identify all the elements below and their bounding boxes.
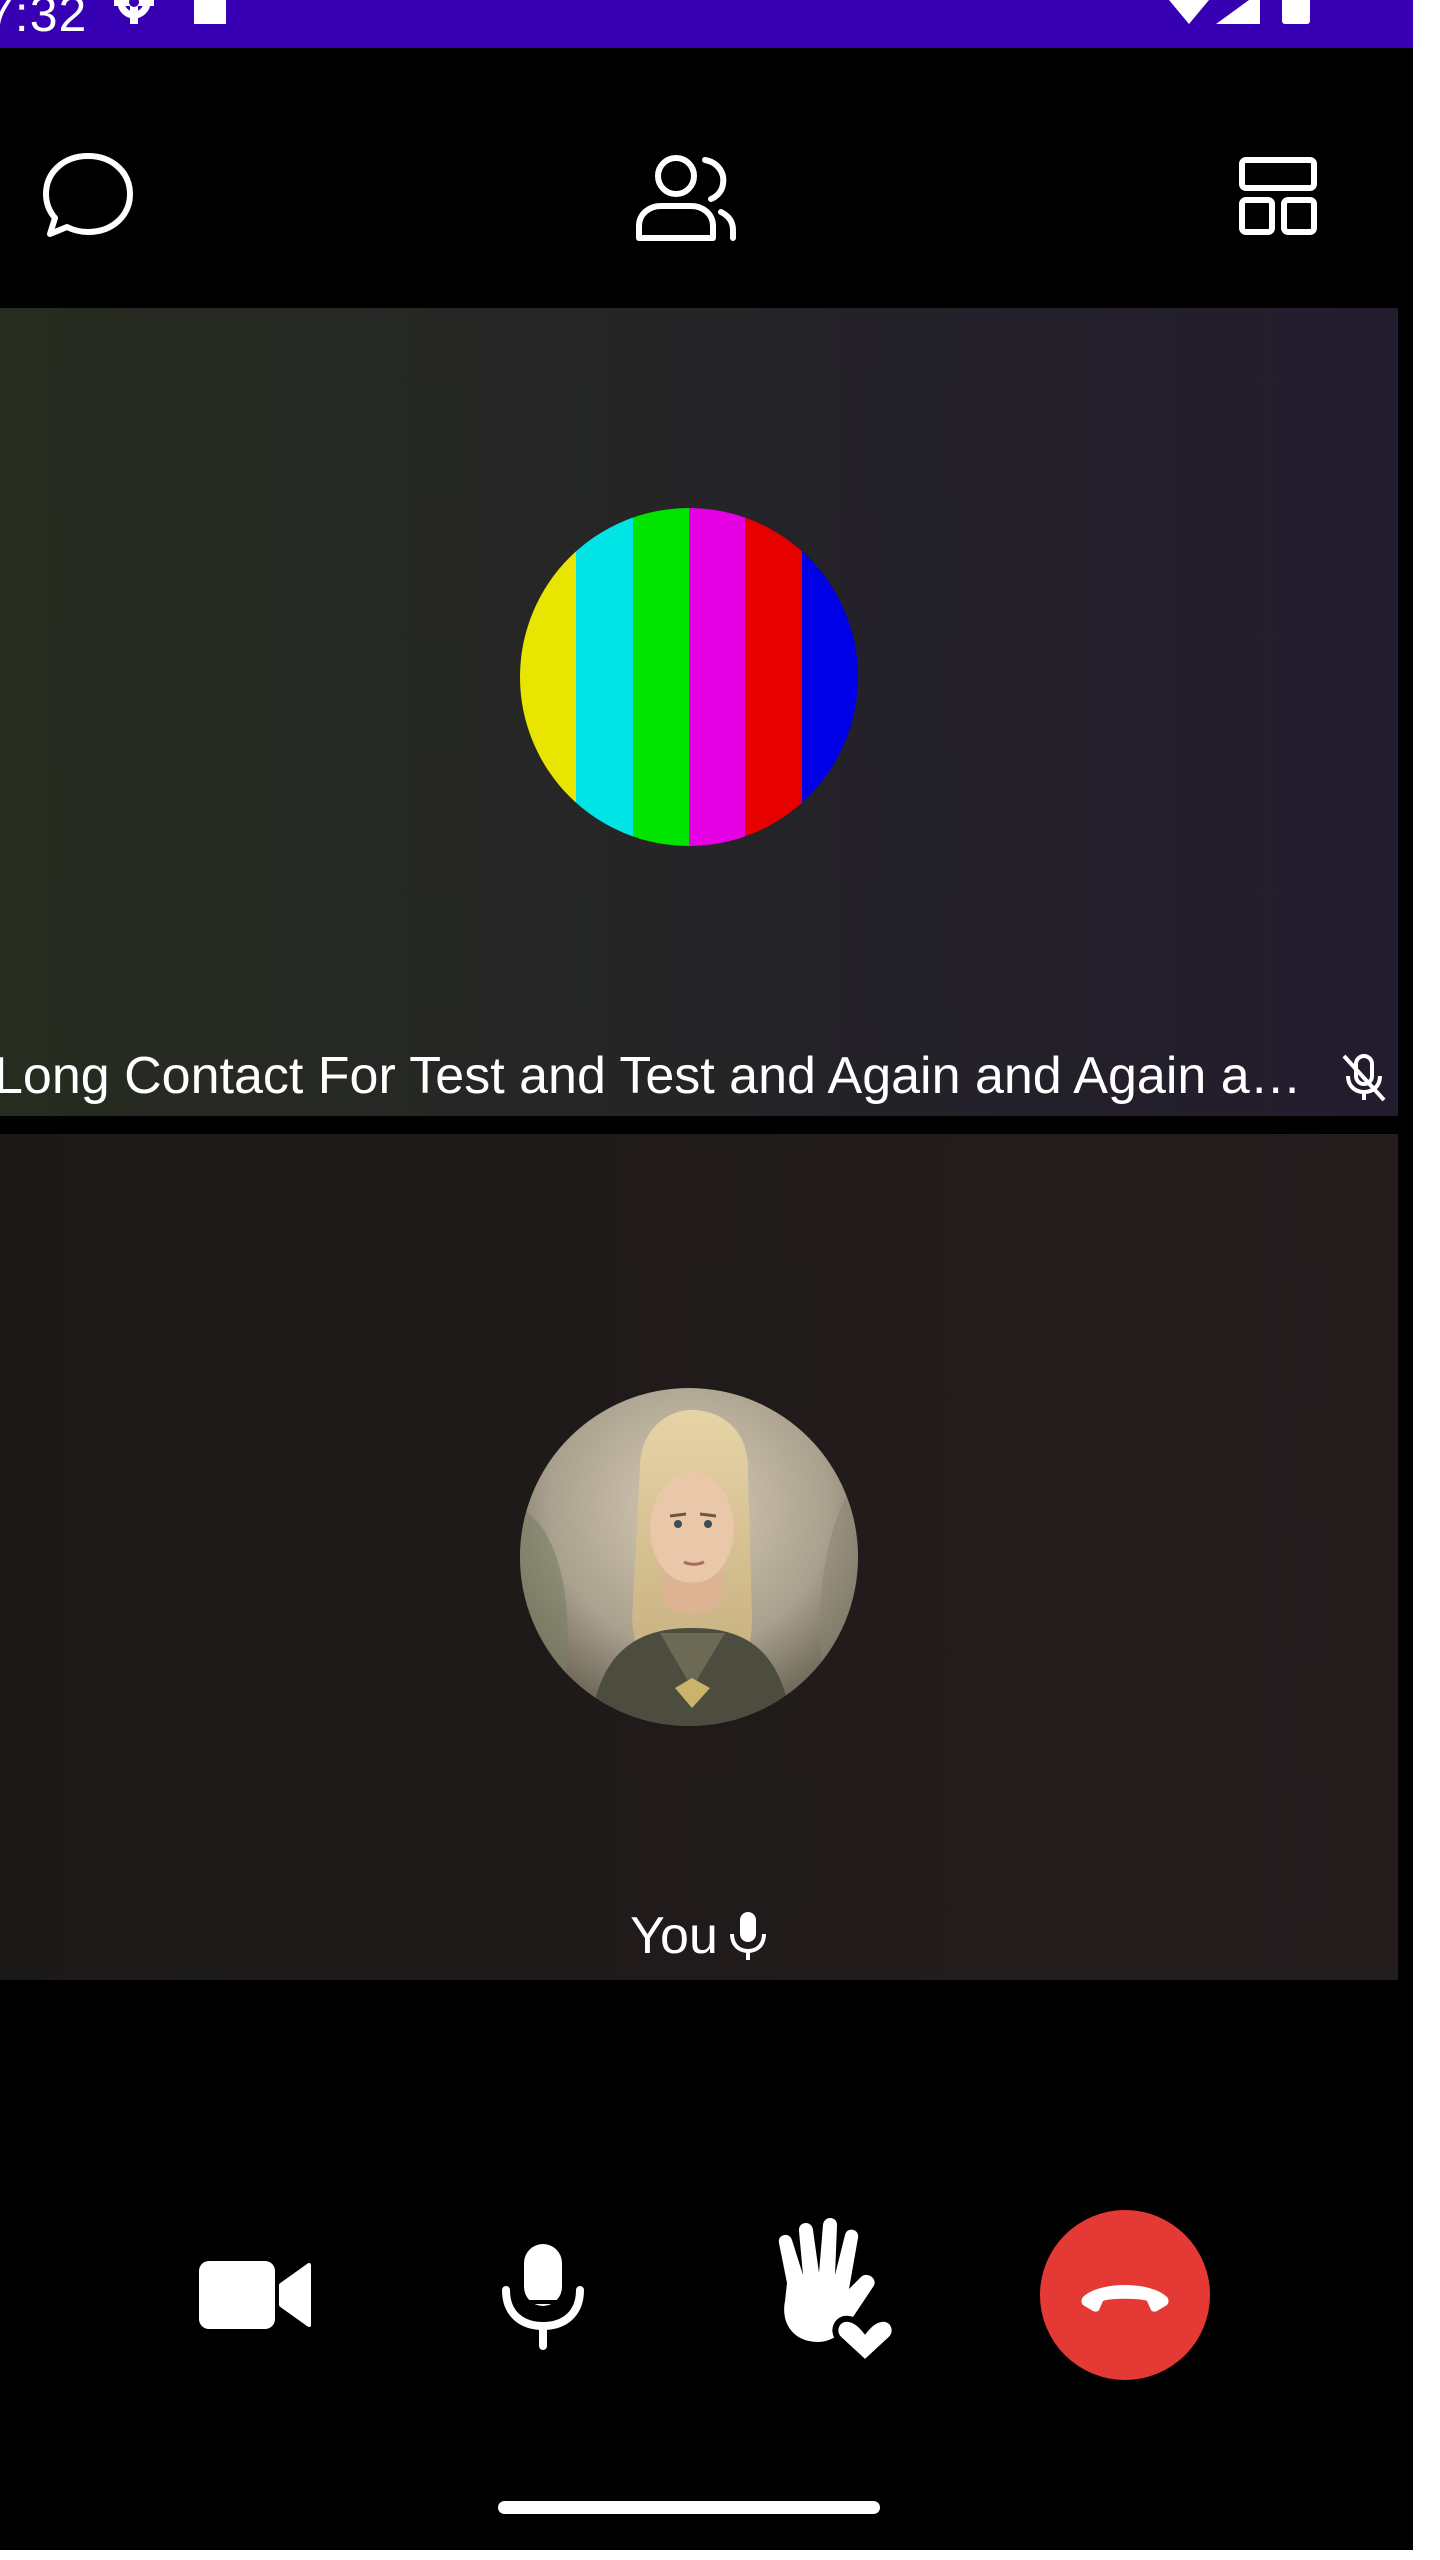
user-photo-avatar <box>520 1388 858 1726</box>
status-time: 7:32 <box>0 0 88 42</box>
toggle-video-button[interactable] <box>180 2220 330 2370</box>
home-indicator[interactable] <box>498 2501 880 2514</box>
raise-hand-heart-icon <box>778 2217 898 2368</box>
color-bar <box>801 508 858 846</box>
wifi-icon <box>1169 0 1209 24</box>
cell-signal-icon <box>1216 0 1260 24</box>
color-bar <box>688 508 746 846</box>
end-call-button[interactable] <box>1040 2210 1210 2380</box>
video-camera-icon <box>199 2261 311 2329</box>
chat-button[interactable] <box>28 136 148 256</box>
phone-hangup-icon <box>1081 2285 1169 2312</box>
battery-icon <box>1282 0 1310 24</box>
color-bar <box>576 508 633 846</box>
toggle-mic-button[interactable] <box>468 2220 618 2370</box>
settings-gear-icon <box>114 0 154 24</box>
color-bar <box>520 508 577 846</box>
status-bar: 7:32 <box>0 0 1413 48</box>
participants-icon <box>636 155 736 241</box>
layout-button[interactable] <box>1218 136 1338 256</box>
participant-name: Long Contact For Test and Test and Again… <box>0 1047 1302 1105</box>
call-screen: 7:32 <box>0 0 1413 2550</box>
participants-button[interactable] <box>626 136 746 256</box>
color-bars-avatar <box>520 508 858 846</box>
self-tile[interactable]: You <box>0 1134 1398 1980</box>
microphone-icon <box>502 2244 584 2350</box>
layout-icon <box>1239 157 1317 235</box>
mic-icon <box>729 1912 766 1960</box>
self-label: You <box>0 1904 1398 1968</box>
reactions-button[interactable] <box>752 2208 912 2378</box>
color-bar <box>745 508 802 846</box>
chat-bubble-icon <box>43 153 133 237</box>
mic-off-icon <box>1342 1054 1386 1102</box>
participant-tile[interactable]: Long Contact For Test and Test and Again… <box>0 308 1398 1116</box>
sd-card-icon <box>194 0 226 24</box>
color-bar <box>632 508 689 846</box>
self-name: You <box>630 1907 718 1965</box>
